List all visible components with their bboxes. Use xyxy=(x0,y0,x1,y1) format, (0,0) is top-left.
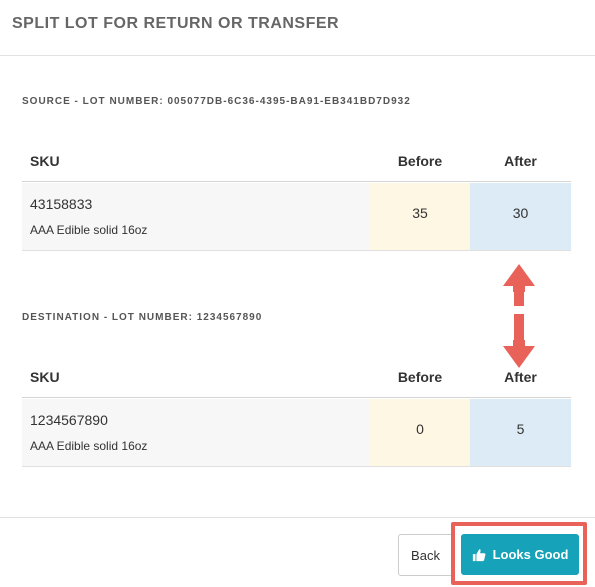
source-table: SKU Before After 43158833 AAA Edible sol… xyxy=(22,142,571,252)
before-quantity: 35 xyxy=(412,205,428,221)
dialog-title: SPLIT LOT FOR RETURN OR TRANSFER xyxy=(12,15,340,32)
source-table-header: SKU Before After xyxy=(22,142,571,182)
source-lot-label: SOURCE - LOT NUMBER: 005077DB-6C36-4395-… xyxy=(22,96,411,107)
before-cell: 35 xyxy=(370,183,470,250)
arrow-down-head xyxy=(503,340,535,368)
sku-number: 43158833 xyxy=(30,196,93,212)
column-header-sku: SKU xyxy=(30,153,60,169)
sku-name: AAA Edible solid 16oz xyxy=(30,439,148,453)
column-header-before: Before xyxy=(397,153,443,169)
split-lot-dialog: SPLIT LOT FOR RETURN OR TRANSFER SOURCE … xyxy=(0,0,595,587)
column-header-after: After xyxy=(504,153,537,169)
after-quantity: 5 xyxy=(516,421,525,437)
column-header-after: After xyxy=(504,369,537,385)
table-row: 1234567890 AAA Edible solid 16oz 0 5 xyxy=(22,399,571,467)
thumbs-up-icon xyxy=(472,548,485,561)
before-cell: 0 xyxy=(370,399,470,466)
arrow-up-head xyxy=(503,264,535,292)
column-header-sku: SKU xyxy=(30,369,60,385)
destination-table: SKU Before After 1234567890 AAA Edible s… xyxy=(22,358,571,468)
column-header-before: Before xyxy=(397,369,443,385)
table-row: 43158833 AAA Edible solid 16oz 35 30 xyxy=(22,183,571,251)
back-button[interactable]: Back xyxy=(398,534,453,576)
dialog-footer: Back Looks Good xyxy=(0,517,595,587)
arrow-shaft-bottom xyxy=(514,314,524,340)
dialog-header: SPLIT LOT FOR RETURN OR TRANSFER xyxy=(0,0,595,56)
destination-table-header: SKU Before After xyxy=(22,358,571,398)
sku-name: AAA Edible solid 16oz xyxy=(30,223,148,237)
double-arrow-annotation-icon xyxy=(503,264,535,368)
before-quantity: 0 xyxy=(416,421,424,437)
destination-lot-label: DESTINATION - LOT NUMBER: 1234567890 xyxy=(22,312,263,323)
after-cell: 30 xyxy=(470,183,571,250)
after-cell: 5 xyxy=(470,399,571,466)
arrow-shaft-top xyxy=(514,292,524,306)
after-quantity: 30 xyxy=(512,205,529,221)
looks-good-label: Looks Good xyxy=(492,547,569,562)
looks-good-button[interactable]: Looks Good xyxy=(461,534,579,575)
sku-number: 1234567890 xyxy=(30,412,108,428)
